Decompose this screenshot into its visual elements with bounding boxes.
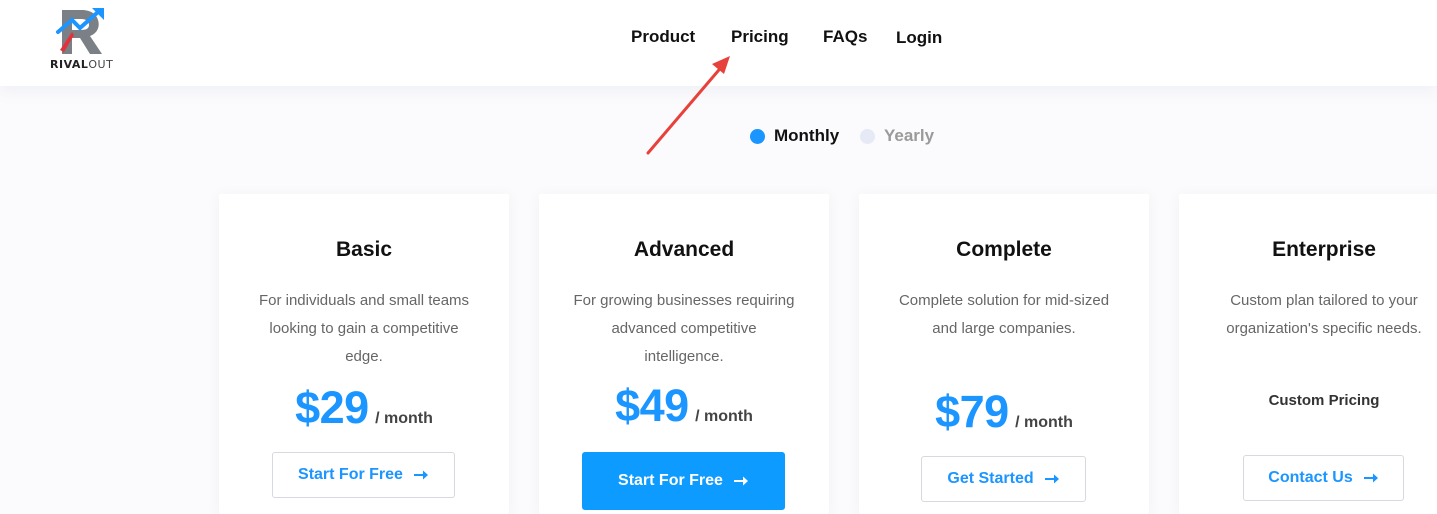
plan-price: $29 / month	[219, 382, 509, 434]
arrow-right-icon	[733, 476, 748, 486]
arrow-right-icon	[1363, 473, 1378, 483]
price-period: / month	[1015, 414, 1073, 431]
arrow-right-icon	[1044, 474, 1059, 484]
contact-us-button[interactable]: Contact Us	[1243, 455, 1404, 501]
plan-name: Complete	[956, 238, 1052, 261]
price-period: / month	[375, 410, 433, 427]
red-annotation-arrow-icon	[646, 56, 730, 155]
start-for-free-button[interactable]: Start For Free	[272, 452, 455, 498]
plan-name: Advanced	[633, 238, 735, 261]
custom-pricing-label: Custom Pricing	[1268, 392, 1380, 409]
radio-unselected-icon	[860, 128, 875, 144]
plan-card-basic: Basic For individuals and small teams lo…	[219, 194, 509, 514]
radio-selected-icon	[750, 128, 765, 144]
start-for-free-button[interactable]: Start For Free	[582, 452, 785, 510]
yearly-option[interactable]: Yearly	[860, 126, 934, 146]
brand-wordmark: RIVALOUT	[50, 58, 113, 71]
plan-card-advanced: Advanced For growing businesses requirin…	[539, 194, 829, 514]
button-label: Contact Us	[1268, 469, 1353, 486]
yearly-label: Yearly	[884, 126, 935, 145]
button-label: Start For Free	[618, 472, 723, 489]
plan-description: For individuals and small teams looking …	[258, 292, 470, 365]
button-label: Get Started	[947, 470, 1034, 487]
plan-description: For growing businesses requiring advance…	[573, 292, 795, 365]
monthly-option[interactable]: Monthly	[750, 126, 839, 146]
nav-item-faqs[interactable]: FAQs	[823, 27, 867, 47]
plan-name: Enterprise	[1272, 238, 1376, 261]
monthly-label: Monthly	[774, 126, 840, 145]
price-amount: $79	[935, 386, 1009, 437]
plan-description: Complete solution for mid-sized and larg…	[898, 292, 1110, 337]
price-amount: $29	[295, 382, 369, 433]
plan-description: Custom plan tailored to your organizatio…	[1226, 292, 1422, 337]
nav-item-product[interactable]: Product	[631, 27, 695, 47]
nav-item-login[interactable]: Login	[896, 28, 942, 48]
plan-price: $79 / month	[859, 386, 1149, 438]
plan-name: Basic	[335, 238, 393, 261]
brand-name-bold: RIVAL	[50, 58, 89, 71]
plan-card-enterprise: Enterprise Custom plan tailored to your …	[1179, 194, 1437, 514]
button-label: Start For Free	[298, 466, 403, 483]
nav-item-pricing[interactable]: Pricing	[731, 27, 789, 47]
plan-card-complete: Complete Complete solution for mid-sized…	[859, 194, 1149, 514]
arrow-right-icon	[413, 470, 428, 480]
main-nav: Product Pricing FAQs Login	[0, 27, 1437, 51]
get-started-button[interactable]: Get Started	[921, 456, 1086, 502]
price-period: / month	[695, 408, 753, 425]
price-amount: $49	[615, 380, 689, 431]
plan-price: $49 / month	[539, 380, 829, 432]
brand-name-light: OUT	[88, 58, 114, 71]
